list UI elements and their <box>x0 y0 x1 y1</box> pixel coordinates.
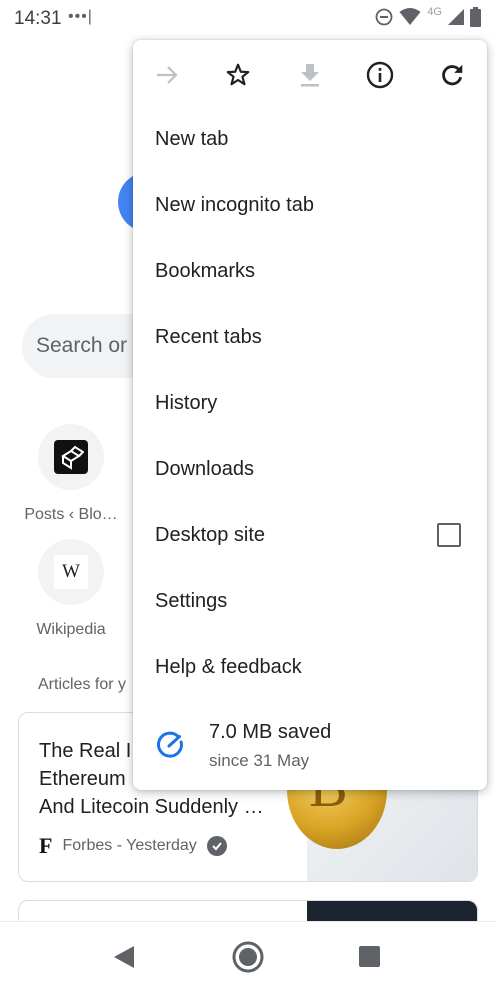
wifi-icon <box>399 8 421 25</box>
overflow-menu: New tab New incognito tab Bookmarks Rece… <box>133 40 487 790</box>
download-button[interactable] <box>296 61 324 89</box>
menu-item-label: Recent tabs <box>155 325 262 348</box>
back-icon[interactable] <box>112 944 136 970</box>
menu-item-label: New incognito tab <box>155 193 314 216</box>
forward-icon <box>157 66 178 84</box>
menu-item-history[interactable]: History <box>133 370 487 436</box>
menu-item-label: History <box>155 391 218 414</box>
menu-item-label: Downloads <box>155 457 254 480</box>
signal-icon <box>448 9 464 25</box>
status-icons: 4G <box>375 6 481 28</box>
menu-toolbar <box>133 40 487 106</box>
article-meta: F Forbes - Yesterday <box>39 833 227 859</box>
menu-item-downloads[interactable]: Downloads <box>133 436 487 502</box>
page-info-icon <box>366 61 394 89</box>
most-visited-tile-wikipedia[interactable]: W Wikipedia <box>16 539 126 639</box>
network-type-label: 4G <box>427 6 442 18</box>
blockchain-cube-icon <box>54 440 88 474</box>
menu-item-label: Bookmarks <box>155 259 256 282</box>
home-icon[interactable] <box>232 941 264 973</box>
reload-button[interactable] <box>438 61 466 89</box>
menu-item-label: Help & feedback <box>155 655 302 678</box>
tile-icon-circle <box>38 424 104 490</box>
data-saved-amount: 7.0 MB saved <box>209 721 332 743</box>
menu-item-help-feedback[interactable]: Help & feedback <box>133 634 487 700</box>
notification-dots: •••| <box>68 8 93 25</box>
tile-icon-circle: W <box>38 539 104 605</box>
status-bar: 14:31 •••| 4G <box>0 0 495 36</box>
articles-heading: Articles for y <box>38 676 127 693</box>
tile-label: Wikipedia <box>36 621 106 638</box>
menu-item-new-incognito-tab[interactable]: New incognito tab <box>133 172 487 238</box>
article-source: Forbes - Yesterday <box>62 837 197 854</box>
download-icon <box>301 64 319 87</box>
forward-button[interactable] <box>153 61 181 89</box>
forbes-logo: F <box>39 833 53 858</box>
menu-item-label: New tab <box>155 127 229 150</box>
menu-item-label: Desktop site <box>155 523 266 546</box>
status-time: 14:31 <box>14 8 62 29</box>
menu-item-new-tab[interactable]: New tab <box>133 106 487 172</box>
reload-icon <box>442 64 463 86</box>
desktop-site-checkbox[interactable] <box>437 523 461 547</box>
menu-item-label: Settings <box>155 589 228 612</box>
data-saver-summary[interactable]: 7.0 MB saved since 31 May <box>133 704 487 782</box>
data-saved-since: since 31 May <box>209 751 310 770</box>
article-title-line: And Litecoin Suddenly … <box>39 796 264 818</box>
most-visited-tile-posts[interactable]: Posts ‹ Blo… <box>16 424 126 524</box>
tile-label: Posts ‹ Blo… <box>24 506 118 523</box>
verified-icon <box>206 836 227 856</box>
wikipedia-w-icon: W <box>54 555 88 589</box>
data-saver-gauge-icon <box>157 731 183 758</box>
battery-icon <box>470 7 481 27</box>
menu-item-settings[interactable]: Settings <box>133 568 487 634</box>
bookmark-star-icon <box>226 63 250 86</box>
menu-item-recent-tabs[interactable]: Recent tabs <box>133 304 487 370</box>
search-placeholder: Search or <box>36 334 128 357</box>
menu-item-bookmarks[interactable]: Bookmarks <box>133 238 487 304</box>
recents-icon[interactable] <box>359 946 380 967</box>
navigation-bar <box>0 921 495 990</box>
do-not-disturb-icon <box>375 8 393 26</box>
menu-item-desktop-site[interactable]: Desktop site <box>133 502 487 568</box>
page-info-button[interactable] <box>366 61 394 89</box>
bookmark-button[interactable] <box>224 61 252 89</box>
